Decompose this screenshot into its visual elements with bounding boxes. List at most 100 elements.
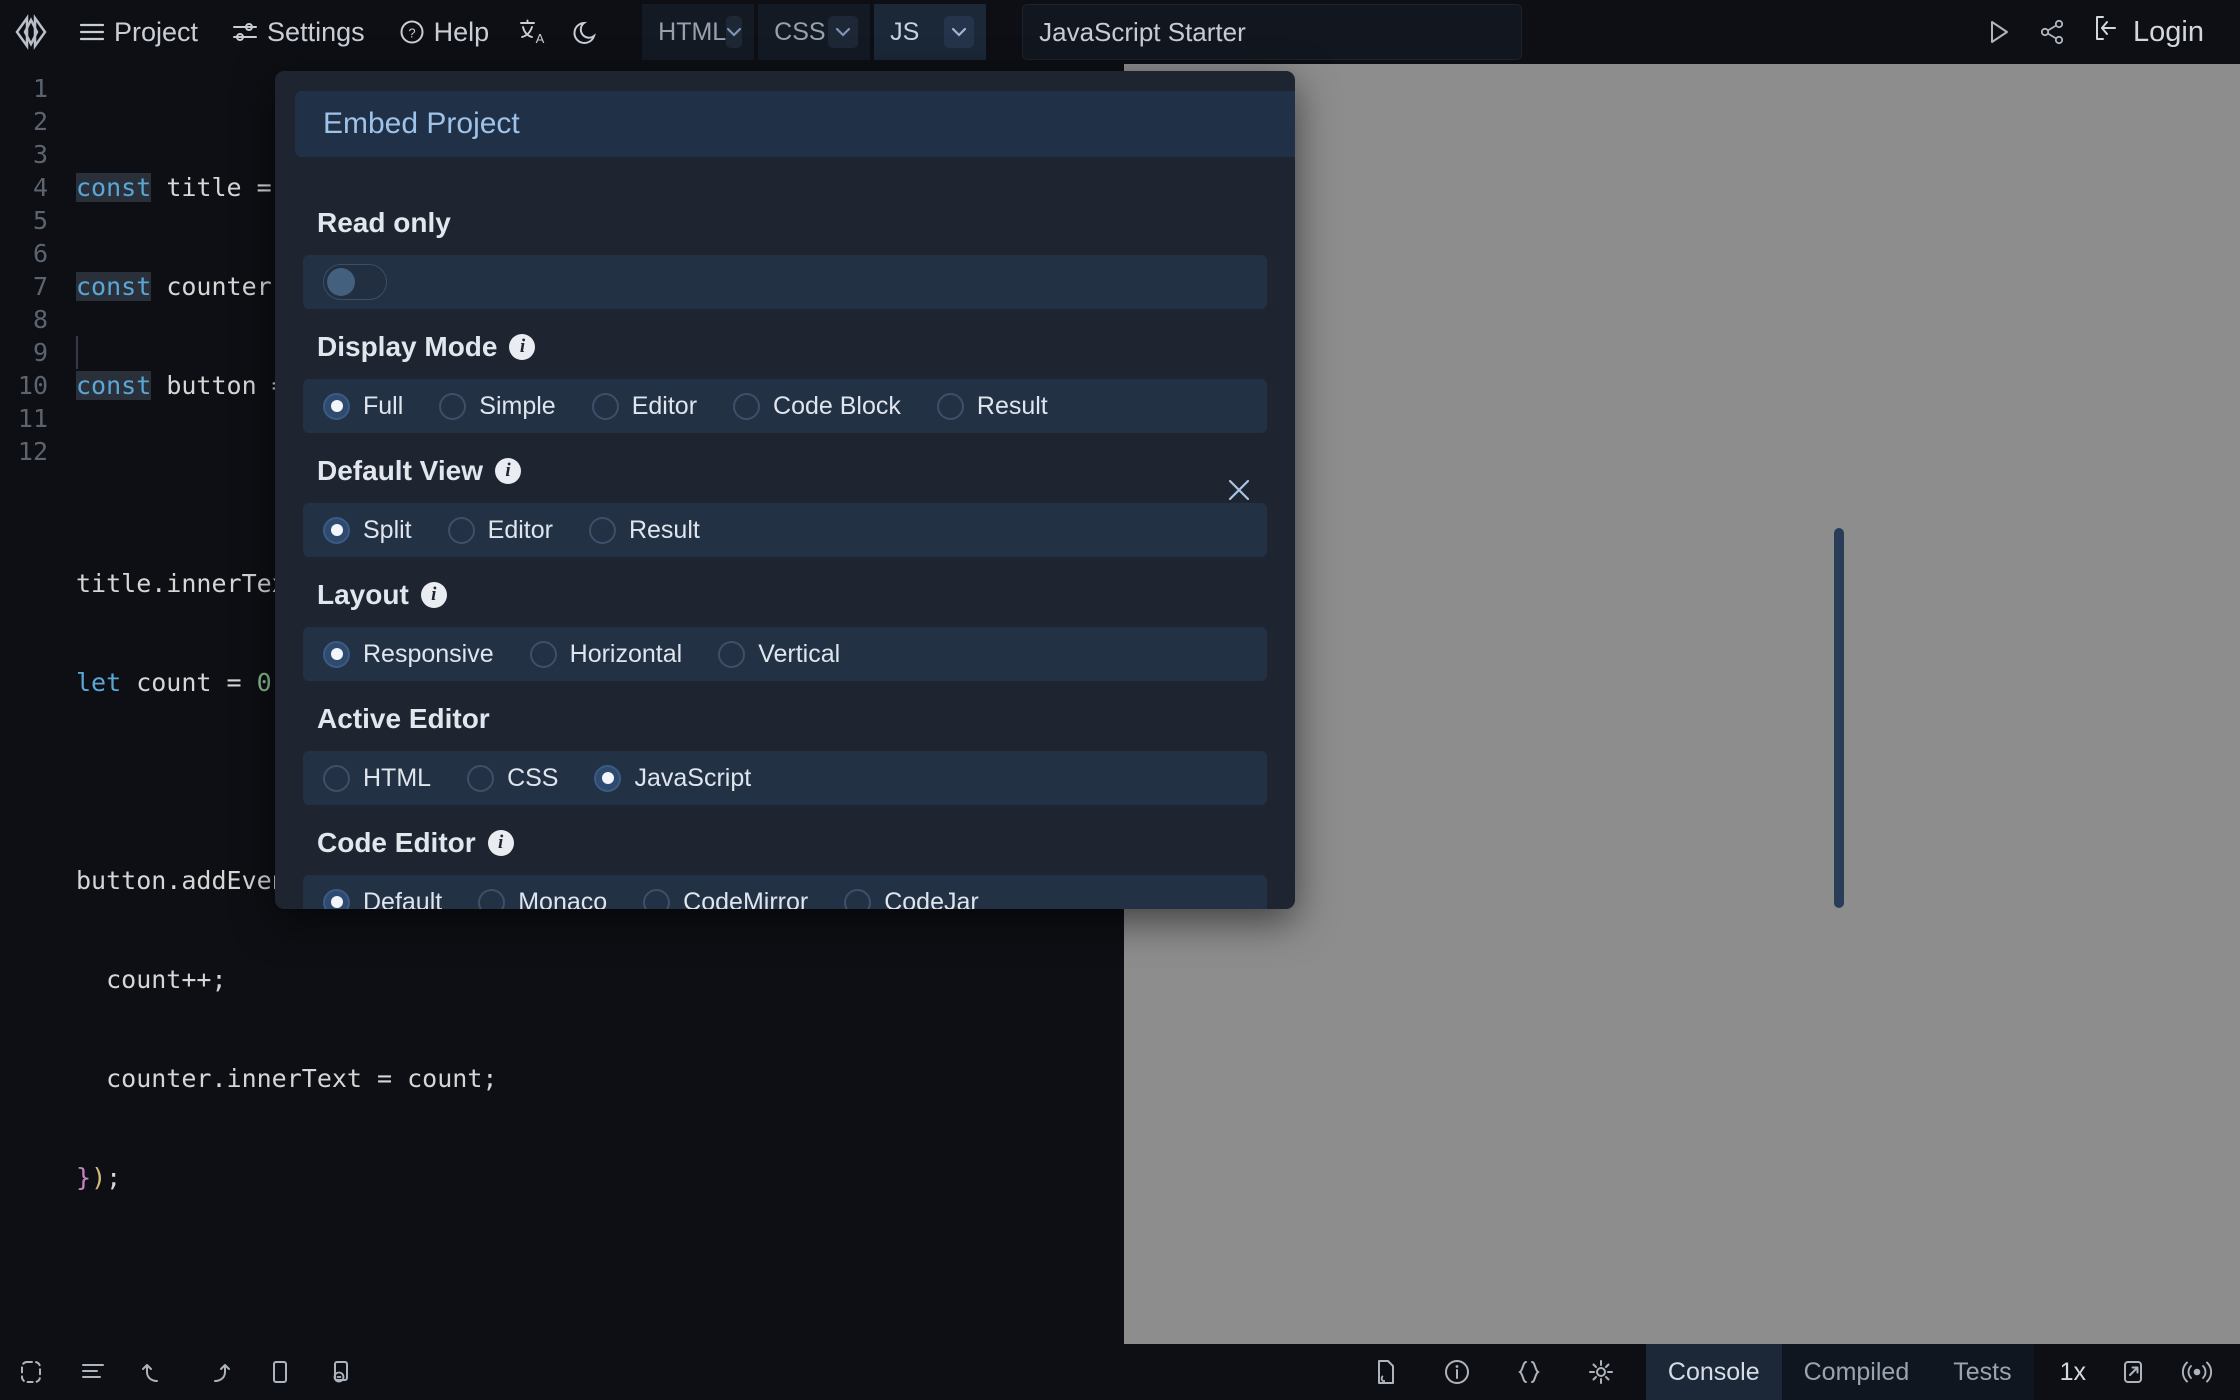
option-label: Result (977, 392, 1048, 421)
radio-indicator (937, 393, 964, 420)
option-label: Default (363, 888, 442, 910)
layout-options: Responsive Horizontal Vertical (303, 627, 1267, 681)
info-icon[interactable]: i (509, 334, 535, 360)
option-label: Responsive (363, 640, 494, 669)
radio-indicator (589, 517, 616, 544)
active-editor-options: HTML CSS JavaScript (303, 751, 1267, 805)
format-code-icon[interactable] (76, 1355, 110, 1389)
toggle-knob (327, 268, 355, 296)
open-external-icon[interactable] (2116, 1355, 2150, 1389)
option-default-view-result[interactable]: Result (589, 516, 700, 545)
option-code-editor-codemirror[interactable]: CodeMirror (643, 888, 808, 910)
tab-tests[interactable]: Tests (1931, 1344, 2033, 1400)
option-default-view-editor[interactable]: Editor (448, 516, 553, 545)
tab-tests-label: Tests (1953, 1358, 2011, 1387)
option-label: Editor (488, 516, 553, 545)
field-label-text: Active Editor (317, 703, 490, 735)
field-label: Default View i (303, 437, 1267, 503)
option-display-mode-code-block[interactable]: Code Block (733, 392, 901, 421)
bottom-mid-tools (1368, 1355, 1646, 1389)
option-label: CSS (507, 764, 558, 793)
info-icon[interactable]: i (495, 458, 521, 484)
radio-indicator (323, 641, 350, 668)
radio-indicator (844, 889, 871, 910)
option-active-editor-css[interactable]: CSS (467, 764, 558, 793)
option-layout-responsive[interactable]: Responsive (323, 640, 494, 669)
gear-icon[interactable] (1584, 1355, 1618, 1389)
radio-indicator (448, 517, 475, 544)
field-display-mode: Display Mode i Full Simple Editor (303, 313, 1267, 433)
radio-indicator (530, 641, 557, 668)
option-code-editor-codejar[interactable]: CodeJar (844, 888, 979, 910)
code-editor-options: Default Monaco CodeMirror CodeJar (303, 875, 1267, 909)
info-circle-icon[interactable] (1440, 1355, 1474, 1389)
option-label: Full (363, 392, 403, 421)
radio-indicator (439, 393, 466, 420)
undo-icon[interactable] (138, 1355, 172, 1389)
info-icon[interactable]: i (488, 830, 514, 856)
tab-console[interactable]: Console (1646, 1344, 1782, 1400)
tab-compiled-label: Compiled (1804, 1358, 1910, 1387)
option-code-editor-default[interactable]: Default (323, 888, 442, 910)
field-label-text: Read only (317, 207, 451, 239)
embed-project-modal: Embed Project Read only (275, 71, 1295, 909)
field-default-view: Default View i Split Editor Result (303, 437, 1267, 557)
radio-indicator (478, 889, 505, 910)
radio-indicator (323, 765, 350, 792)
field-label: Code Editor i (303, 809, 1267, 875)
display-mode-options: Full Simple Editor Code Block (303, 379, 1267, 433)
console-tabs: Console Compiled Tests (1646, 1344, 2034, 1400)
read-only-row (303, 255, 1267, 309)
option-display-mode-editor[interactable]: Editor (592, 392, 697, 421)
option-layout-horizontal[interactable]: Horizontal (530, 640, 683, 669)
braces-icon[interactable] (1512, 1355, 1546, 1389)
option-code-editor-monaco[interactable]: Monaco (478, 888, 607, 910)
field-label-text: Default View (317, 455, 483, 487)
broadcast-icon[interactable] (2180, 1355, 2214, 1389)
radio-indicator (733, 393, 760, 420)
modal-scrollbar[interactable] (1834, 528, 1844, 908)
tab-compiled[interactable]: Compiled (1782, 1344, 1932, 1400)
info-icon[interactable]: i (421, 582, 447, 608)
option-label: Simple (479, 392, 555, 421)
option-layout-vertical[interactable]: Vertical (718, 640, 840, 669)
bottom-left-tools (0, 1355, 358, 1389)
field-read-only: Read only (303, 189, 1267, 309)
option-display-mode-result[interactable]: Result (937, 392, 1048, 421)
copy-icon[interactable] (262, 1355, 296, 1389)
option-active-editor-javascript[interactable]: JavaScript (594, 764, 751, 793)
field-active-editor: Active Editor HTML CSS JavaScript (303, 685, 1267, 805)
radio-indicator (643, 889, 670, 910)
modal-titlebar: Embed Project (295, 91, 1295, 157)
tab-console-label: Console (1668, 1358, 1760, 1387)
radio-indicator (718, 641, 745, 668)
zoom-level[interactable]: 1x (2060, 1358, 2086, 1387)
radio-indicator (323, 517, 350, 544)
default-view-options: Split Editor Result (303, 503, 1267, 557)
field-label: Read only (303, 189, 1267, 255)
select-region-icon[interactable] (14, 1355, 48, 1389)
option-display-mode-simple[interactable]: Simple (439, 392, 555, 421)
option-label: HTML (363, 764, 431, 793)
paste-icon[interactable] (324, 1355, 358, 1389)
radio-indicator (323, 393, 350, 420)
option-label: Vertical (758, 640, 840, 669)
option-label: CodeJar (884, 888, 979, 910)
option-display-mode-full[interactable]: Full (323, 392, 403, 421)
option-label: Monaco (518, 888, 607, 910)
option-default-view-split[interactable]: Split (323, 516, 412, 545)
field-label: Layout i (303, 561, 1267, 627)
radio-indicator (592, 393, 619, 420)
field-label-text: Code Editor (317, 827, 476, 859)
field-layout: Layout i Responsive Horizontal Vertical (303, 561, 1267, 681)
field-code-editor: Code Editor i Default Monaco CodeMirror (303, 809, 1267, 909)
field-label-text: Display Mode (317, 331, 497, 363)
radio-indicator (323, 889, 350, 910)
option-active-editor-html[interactable]: HTML (323, 764, 431, 793)
external-file-icon[interactable] (1368, 1355, 1402, 1389)
option-label: Horizontal (570, 640, 683, 669)
read-only-toggle[interactable] (323, 264, 387, 300)
modal-body: Read only Display Mode i Full (275, 167, 1295, 909)
redo-icon[interactable] (200, 1355, 234, 1389)
radio-indicator (467, 765, 494, 792)
